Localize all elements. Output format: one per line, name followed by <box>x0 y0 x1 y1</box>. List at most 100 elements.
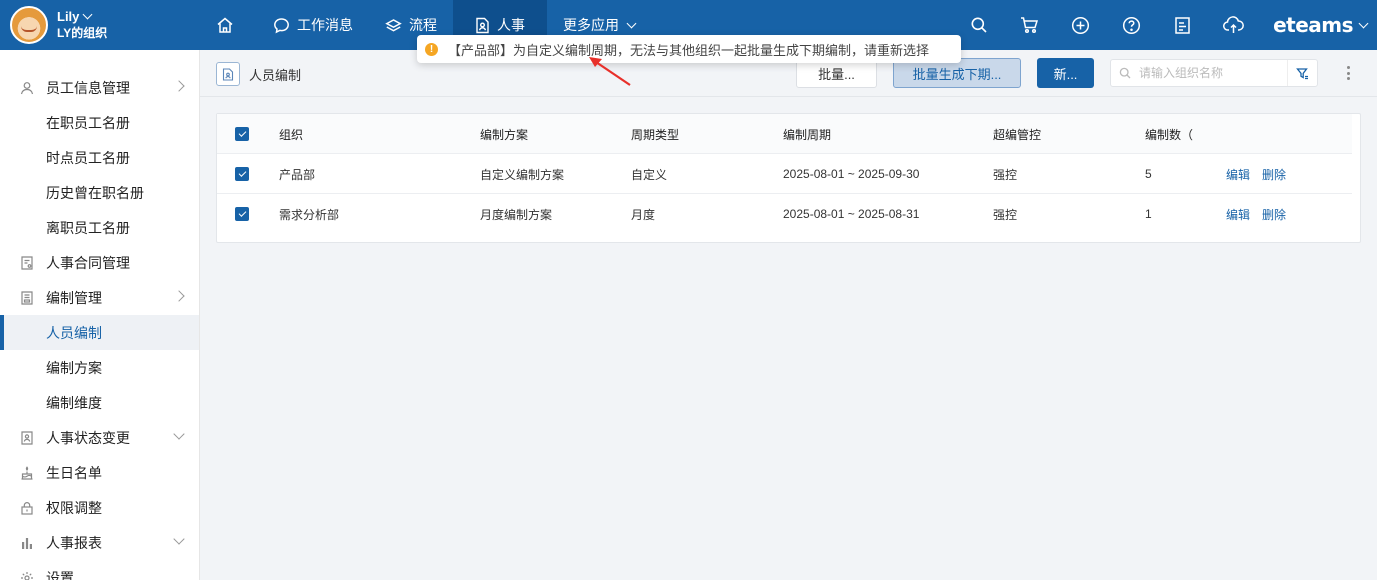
chevron-down-icon <box>626 18 637 28</box>
sidebar-item-point-roster[interactable]: 时点员工名册 <box>0 140 199 175</box>
help-button[interactable] <box>1106 0 1157 50</box>
sidebar-item-birthdays[interactable]: 生日名单 <box>0 455 199 490</box>
sidebar-item-label: 编制方案 <box>46 359 102 376</box>
cart-icon <box>1021 17 1039 34</box>
new-button[interactable]: 新... <box>1037 58 1094 88</box>
cell-cycle-type: 月度 <box>631 207 656 222</box>
sidebar-item-label: 权限调整 <box>46 499 102 516</box>
column-header-count[interactable]: 编制数（ <box>1145 114 1193 154</box>
cell-period: 2025-08-01 ~ 2025-08-31 <box>783 207 920 221</box>
sidebar-item-active-roster[interactable]: 在职员工名册 <box>0 105 199 140</box>
sidebar-item-headcount-plans[interactable]: 编制方案 <box>0 350 199 385</box>
cell-control: 强控 <box>993 167 1018 182</box>
sidebar-item-permissions[interactable]: 权限调整 <box>0 490 199 525</box>
select-all-checkbox[interactable] <box>235 127 249 141</box>
sidebar-item-resigned-roster[interactable]: 离职员工名册 <box>0 210 199 245</box>
chevron-down-icon <box>82 9 93 20</box>
nav-label: 工作消息 <box>297 17 353 33</box>
row-checkbox[interactable] <box>235 207 249 221</box>
lock-icon <box>20 501 34 515</box>
nav-home[interactable] <box>200 0 257 50</box>
home-icon <box>217 17 233 33</box>
sidebar-item-employee-info[interactable]: 员工信息管理 <box>0 70 199 105</box>
sidebar-item-settings[interactable]: 设置 <box>0 560 199 580</box>
user-info[interactable]: Lily LY的组织 <box>57 8 107 42</box>
headcount-icon <box>20 290 34 305</box>
search-input[interactable] <box>1139 61 1287 85</box>
chevron-down-icon <box>173 428 185 440</box>
user-name: Lily <box>57 9 80 24</box>
chevron-down-icon <box>173 533 185 545</box>
avatar[interactable] <box>10 6 48 44</box>
cell-org: 产品部 <box>279 167 316 182</box>
warning-icon: ! <box>425 42 438 56</box>
sidebar-item-contracts[interactable]: 人事合同管理 <box>0 245 199 280</box>
search-icon <box>1111 67 1139 79</box>
edit-link[interactable]: 编辑 <box>1226 166 1250 183</box>
cell-cycle-type: 自定义 <box>631 167 668 182</box>
chevron-right-icon <box>173 290 185 302</box>
row-checkbox[interactable] <box>235 167 249 181</box>
sidebar-item-headcount-dimensions[interactable]: 编制维度 <box>0 385 199 420</box>
user-org: LY的组织 <box>57 26 108 40</box>
nav-label: 流程 <box>409 17 437 33</box>
filter-icon <box>1296 67 1308 79</box>
nav-label: 人事 <box>497 17 525 33</box>
sidebar-item-label: 员工信息管理 <box>46 79 130 96</box>
delete-link[interactable]: 删除 <box>1262 166 1286 183</box>
sidebar-item-label: 人事合同管理 <box>46 254 130 271</box>
table-row: 需求分析部 月度编制方案 月度 2025-08-01 ~ 2025-08-31 … <box>217 194 1352 234</box>
sidebar-item-label: 人事状态变更 <box>46 429 130 446</box>
brand-switcher[interactable]: eteams <box>1259 13 1377 37</box>
add-button[interactable] <box>1055 0 1106 50</box>
tasks-button[interactable] <box>1157 0 1208 50</box>
column-header-period[interactable]: 编制周期 <box>783 114 831 154</box>
person-icon <box>20 81 34 95</box>
document-person-icon <box>476 17 489 33</box>
layers-icon <box>385 18 402 31</box>
column-header-cycle-type[interactable]: 周期类型 <box>631 114 679 154</box>
plus-circle-icon <box>1072 16 1090 34</box>
headcount-table: 组织 编制方案 周期类型 编制周期 超编管控 编制数（ 产品部 自定义编制方案 … <box>216 113 1361 243</box>
clipboard-icon <box>1175 16 1190 34</box>
column-header-control[interactable]: 超编管控 <box>993 114 1041 154</box>
cloud-upload-icon <box>1223 16 1244 33</box>
sidebar-item-reports[interactable]: 人事报表 <box>0 525 199 560</box>
nav-label: 更多应用 <box>563 17 619 33</box>
table-row: 产品部 自定义编制方案 自定义 2025-08-01 ~ 2025-09-30 … <box>217 154 1352 194</box>
chevron-right-icon <box>173 80 185 92</box>
sidebar-item-staff-headcount[interactable]: 人员编制 <box>0 315 199 350</box>
brand-logo: eteams <box>1273 13 1353 37</box>
sidebar-item-label: 设置 <box>46 569 74 580</box>
edit-link[interactable]: 编辑 <box>1226 206 1250 223</box>
annotation-arrow-icon <box>589 57 631 86</box>
user-switcher[interactable]: Lily LY的组织 <box>10 5 107 45</box>
sidebar: 员工信息管理 在职员工名册 时点员工名册 历史曾在职名册 离职员工名册 人事合同… <box>0 50 200 580</box>
sidebar-item-history-roster[interactable]: 历史曾在职名册 <box>0 175 199 210</box>
column-header-plan[interactable]: 编制方案 <box>480 114 528 154</box>
filter-button[interactable] <box>1287 60 1317 86</box>
sidebar-item-headcount-management[interactable]: 编制管理 <box>0 280 199 315</box>
sidebar-item-label: 人事报表 <box>46 534 102 551</box>
sidebar-item-label: 离职员工名册 <box>46 219 130 236</box>
sidebar-item-label: 编制维度 <box>46 394 102 411</box>
cell-count: 5 <box>1145 167 1152 181</box>
sidebar-item-label: 时点员工名册 <box>46 149 130 166</box>
sidebar-item-label: 历史曾在职名册 <box>46 184 144 201</box>
cart-button[interactable] <box>1004 0 1055 50</box>
cell-count: 1 <box>1145 207 1152 221</box>
cell-plan: 自定义编制方案 <box>480 167 565 182</box>
more-options-button[interactable] <box>1338 63 1358 83</box>
column-header-org[interactable]: 组织 <box>279 114 303 154</box>
cloud-upload-button[interactable] <box>1208 0 1259 50</box>
delete-link[interactable]: 删除 <box>1262 206 1286 223</box>
cell-period: 2025-08-01 ~ 2025-09-30 <box>783 167 920 181</box>
search-icon <box>971 17 987 33</box>
cell-org: 需求分析部 <box>279 207 340 222</box>
page-document-icon <box>216 62 240 86</box>
sidebar-item-label: 编制管理 <box>46 289 102 306</box>
sidebar-item-status-change[interactable]: 人事状态变更 <box>0 420 199 455</box>
nav-messages[interactable]: 工作消息 <box>257 0 369 50</box>
cell-plan: 月度编制方案 <box>480 207 553 222</box>
sidebar-item-label: 在职员工名册 <box>46 114 130 131</box>
